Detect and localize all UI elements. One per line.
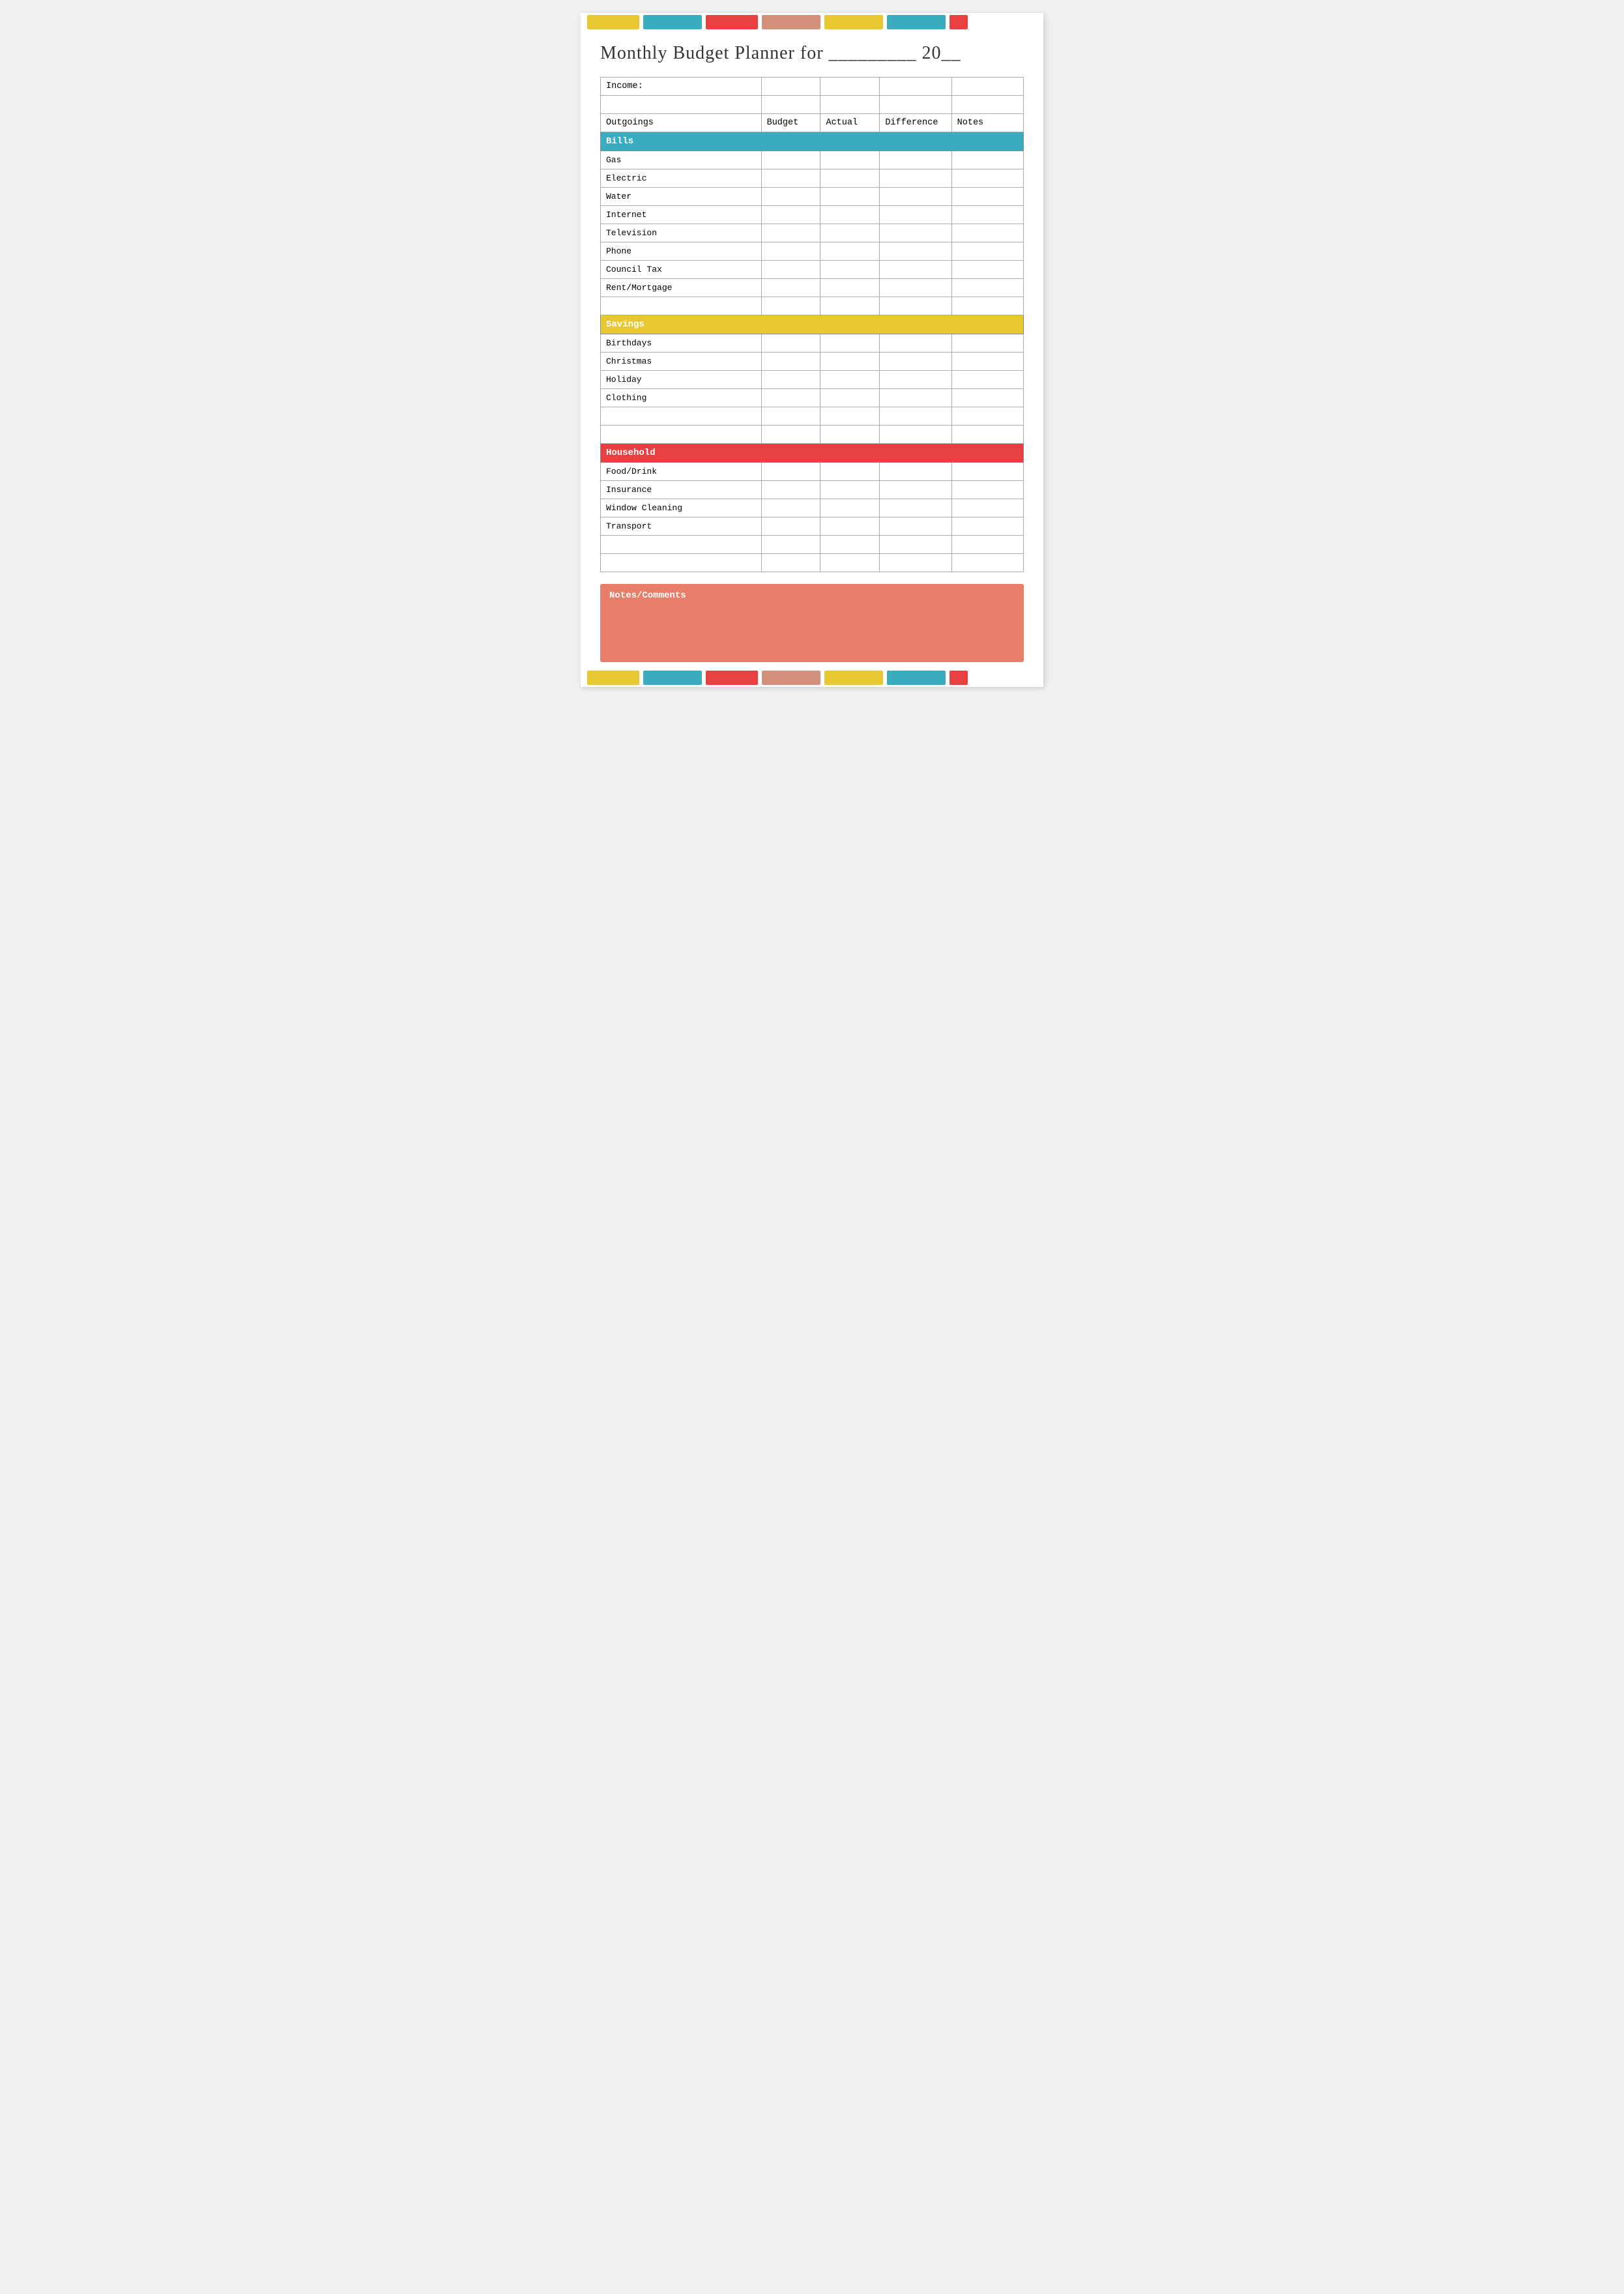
bills-label: Bills (601, 132, 1024, 151)
budget-table: Income: Outgoings Budget Actual Differen… (600, 77, 1024, 572)
list-item: Transport (601, 517, 1024, 536)
table-container: Income: Outgoings Budget Actual Differen… (581, 77, 1043, 572)
item-council-tax: Council Tax (601, 261, 762, 279)
top-deco-bar (581, 13, 1043, 31)
deco-rect-b6 (887, 671, 946, 685)
list-item: Insurance (601, 481, 1024, 499)
spacer-row-3 (601, 407, 1024, 426)
list-item: Gas (601, 151, 1024, 169)
income-notes (951, 78, 1023, 96)
income-label: Income: (601, 78, 762, 96)
spacer-row-5 (601, 536, 1024, 554)
column-header-row: Outgoings Budget Actual Difference Notes (601, 114, 1024, 132)
deco-rect-b2 (643, 671, 702, 685)
list-item: Birthdays (601, 334, 1024, 353)
item-rent-mortgage: Rent/Mortgage (601, 279, 762, 297)
deco-rect-7 (950, 15, 968, 29)
item-window-cleaning: Window Cleaning (601, 499, 762, 517)
deco-rect-b3 (706, 671, 758, 685)
list-item: Holiday (601, 371, 1024, 389)
list-item: Television (601, 224, 1024, 242)
col-header-actual: Actual (820, 114, 880, 132)
spacer-row-4 (601, 426, 1024, 444)
deco-rect-b4 (762, 671, 820, 685)
item-clothing: Clothing (601, 389, 762, 407)
deco-rect-3 (706, 15, 758, 29)
item-television: Television (601, 224, 762, 242)
item-transport: Transport (601, 517, 762, 536)
item-insurance: Insurance (601, 481, 762, 499)
item-holiday: Holiday (601, 371, 762, 389)
item-christmas: Christmas (601, 353, 762, 371)
notes-section: Notes/Comments (600, 584, 1024, 662)
item-phone: Phone (601, 242, 762, 261)
list-item: Internet (601, 206, 1024, 224)
page: Monthly Budget Planner for _________ 20_… (581, 13, 1043, 687)
income-row: Income: (601, 78, 1024, 96)
bottom-deco-bar (581, 669, 1043, 687)
item-food-drink: Food/Drink (601, 463, 762, 481)
list-item: Phone (601, 242, 1024, 261)
item-internet: Internet (601, 206, 762, 224)
spacer-row-1 (601, 96, 1024, 114)
deco-rect-b1 (587, 671, 639, 685)
list-item: Electric (601, 169, 1024, 188)
list-item: Water (601, 188, 1024, 206)
household-label: Household (601, 444, 1024, 463)
page-title: Monthly Budget Planner for _________ 20_… (600, 43, 961, 63)
deco-rect-b7 (950, 671, 968, 685)
savings-label: Savings (601, 315, 1024, 334)
list-item: Christmas (601, 353, 1024, 371)
income-difference (880, 78, 951, 96)
col-header-budget: Budget (761, 114, 820, 132)
deco-rect-5 (824, 15, 883, 29)
list-item: Rent/Mortgage (601, 279, 1024, 297)
deco-rect-6 (887, 15, 946, 29)
item-electric: Electric (601, 169, 762, 188)
item-water: Water (601, 188, 762, 206)
col-header-notes: Notes (951, 114, 1023, 132)
col-header-label: Outgoings (601, 114, 762, 132)
deco-rect-b5 (824, 671, 883, 685)
list-item: Council Tax (601, 261, 1024, 279)
list-item: Food/Drink (601, 463, 1024, 481)
household-section-header: Household (601, 444, 1024, 463)
income-budget (761, 78, 820, 96)
item-gas: Gas (601, 151, 762, 169)
list-item: Window Cleaning (601, 499, 1024, 517)
bills-section-header: Bills (601, 132, 1024, 151)
notes-title: Notes/Comments (609, 590, 1015, 601)
list-item: Clothing (601, 389, 1024, 407)
spacer-row-6 (601, 554, 1024, 572)
savings-section-header: Savings (601, 315, 1024, 334)
col-header-difference: Difference (880, 114, 951, 132)
deco-rect-1 (587, 15, 639, 29)
deco-rect-4 (762, 15, 820, 29)
title-area: Monthly Budget Planner for _________ 20_… (581, 31, 1043, 70)
spacer-row-2 (601, 297, 1024, 315)
income-actual (820, 78, 880, 96)
deco-rect-2 (643, 15, 702, 29)
item-birthdays: Birthdays (601, 334, 762, 353)
